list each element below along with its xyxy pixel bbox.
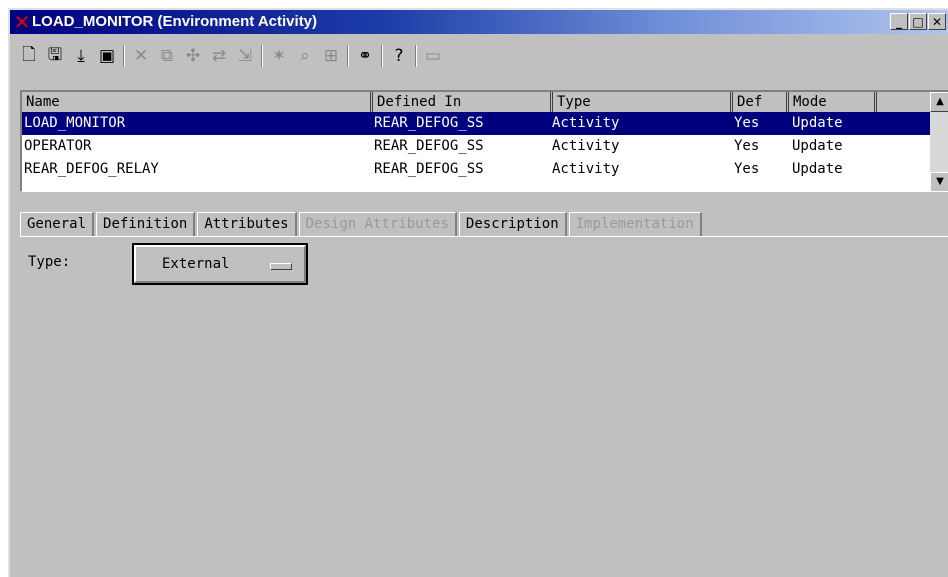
column-header-mode[interactable]: Mode [786, 92, 874, 112]
tab-panel-border [20, 236, 948, 237]
option-menu-indicator-icon [270, 263, 292, 270]
toolbar-separator [381, 45, 383, 67]
tab-bar: General Definition Attributes Design Att… [20, 212, 704, 236]
cell-name: LOAD_MONITOR [24, 115, 126, 131]
cell-mode: Update [792, 115, 843, 131]
column-header-empty[interactable] [874, 92, 930, 112]
cut-icon[interactable]: ✕ [128, 43, 154, 69]
toolbar-separator [123, 45, 125, 67]
vertical-scrollbar[interactable]: ▲ ▼ [930, 92, 948, 191]
scroll-up-icon[interactable]: ▲ [930, 92, 948, 112]
element-list[interactable]: Name Defined In Type Def Mode LOAD_MONIT… [20, 90, 948, 192]
cell-def: Yes [734, 138, 760, 154]
cell-mode: Update [792, 161, 843, 177]
table-row[interactable]: OPERATOR REAR_DEFOG_SS Activity Yes Upda… [22, 135, 930, 158]
tab-description[interactable]: Description [458, 212, 567, 236]
cell-name: REAR_DEFOG_RELAY [24, 161, 159, 177]
column-header-defined-in[interactable]: Defined In [370, 92, 550, 112]
move-icon[interactable]: ⇲ [232, 43, 258, 69]
type-value: External [162, 256, 230, 272]
toolbar-separator [347, 45, 349, 67]
screen-icon[interactable]: ▭ [420, 43, 446, 69]
find-icon[interactable]: ⌕ [292, 43, 318, 69]
column-header-def[interactable]: Def [730, 92, 786, 112]
toolbar-separator [261, 45, 263, 67]
help-icon[interactable]: ? [386, 43, 412, 69]
binoculars-icon[interactable]: ⚭ [352, 43, 378, 69]
cell-type: Activity [552, 161, 620, 177]
connect-icon[interactable]: ✶ [266, 43, 292, 69]
cell-type: Activity [552, 115, 620, 131]
table-row[interactable]: REAR_DEFOG_RELAY REAR_DEFOG_SS Activity … [22, 158, 930, 181]
title-bar[interactable]: ✕ LOAD_MONITOR (Environment Activity) _ … [10, 10, 948, 34]
window-controls: _ □ ✕ [890, 13, 946, 31]
properties-icon[interactable]: ⊞ [318, 43, 344, 69]
cell-mode: Update [792, 138, 843, 154]
column-header-name[interactable]: Name [22, 92, 370, 112]
cell-name: OPERATOR [24, 138, 92, 154]
x-logo-icon: ✕ [13, 10, 31, 34]
close-button[interactable]: ✕ [928, 13, 946, 30]
scroll-down-icon[interactable]: ▼ [930, 172, 948, 191]
save-icon[interactable]: 🖫 [42, 43, 68, 69]
type-option-menu[interactable]: External [132, 243, 308, 285]
type-option-menu-face: External [134, 245, 306, 283]
cell-type: Activity [552, 138, 620, 154]
tab-general[interactable]: General [20, 212, 95, 236]
minimize-button[interactable]: _ [890, 13, 908, 30]
tab-definition[interactable]: Definition [96, 212, 196, 236]
type-label: Type: [28, 254, 71, 270]
cell-defined-in: REAR_DEFOG_SS [374, 115, 484, 131]
maximize-button[interactable]: □ [909, 13, 927, 30]
tab-design-attributes: Design Attributes [298, 212, 457, 236]
toolbar-separator [415, 45, 417, 67]
save-down-icon[interactable]: ⤓ [68, 43, 94, 69]
new-document-icon[interactable]: 🗋 [16, 43, 42, 69]
open-folder-icon[interactable]: ▣ [94, 43, 120, 69]
toolbar: 🗋 🖫 ⤓ ▣ ✕ ⧉ ✣ ⇄ ⇲ ✶ ⌕ ⊞ ⚭ ? ▭ [16, 42, 446, 70]
check-icon[interactable]: ✣ [180, 43, 206, 69]
cell-def: Yes [734, 161, 760, 177]
cell-defined-in: REAR_DEFOG_SS [374, 138, 484, 154]
link-icon[interactable]: ⇄ [206, 43, 232, 69]
list-header: Name Defined In Type Def Mode [22, 92, 930, 112]
table-row[interactable]: LOAD_MONITOR REAR_DEFOG_SS Activity Yes … [22, 112, 930, 135]
tab-attributes[interactable]: Attributes [197, 212, 297, 236]
column-header-type[interactable]: Type [550, 92, 730, 112]
window-title: LOAD_MONITOR (Environment Activity) [32, 13, 318, 30]
copy-icon[interactable]: ⧉ [154, 43, 180, 69]
tab-implementation: Implementation [568, 212, 702, 236]
cell-defined-in: REAR_DEFOG_SS [374, 161, 484, 177]
cell-def: Yes [734, 115, 760, 131]
app-window: ✕ LOAD_MONITOR (Environment Activity) _ … [8, 8, 948, 577]
